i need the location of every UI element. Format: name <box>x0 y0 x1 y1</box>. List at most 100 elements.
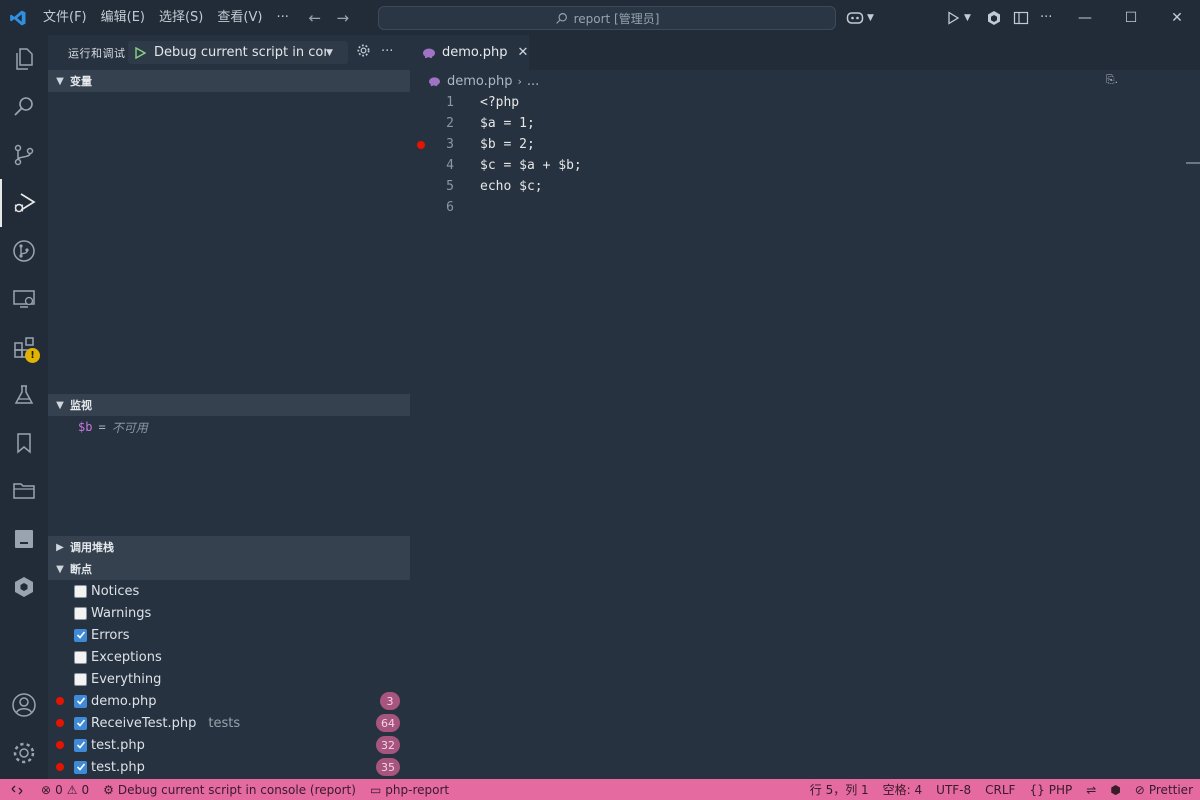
start-debug-icon[interactable] <box>134 46 146 59</box>
breakpoint-file: test.php <box>91 737 145 753</box>
exception-breakpoint-exceptions[interactable]: Exceptions <box>48 646 410 668</box>
variables-title: 变量 <box>70 75 92 88</box>
nav-buttons: ← → <box>306 9 352 27</box>
checkbox-checked[interactable] <box>74 760 87 774</box>
exception-label: Errors <box>91 627 130 643</box>
forward-arrow-icon[interactable]: → <box>334 9 352 27</box>
project-folder-icon[interactable] <box>0 467 48 515</box>
testing-flask-icon[interactable] <box>0 371 48 419</box>
menu-view[interactable]: 查看(V) <box>210 0 269 35</box>
close-window-icon[interactable]: ✕ <box>1154 0 1200 35</box>
extension-box-icon[interactable] <box>986 0 1002 35</box>
breakpoints-title: 断点 <box>70 563 92 576</box>
code-line: 6 <box>410 197 1190 218</box>
title-bar: 文件(F) 编辑(E) 选择(S) 查看(V) ··· ← → report [… <box>0 0 1200 35</box>
code-text: <?php <box>480 95 520 110</box>
editor-tabs: demo.php ✕ <box>410 35 1200 70</box>
line-ending[interactable]: CRLF <box>978 779 1022 800</box>
cursor-position[interactable]: 行 5，列 1 <box>803 779 876 800</box>
menu-edit[interactable]: 编辑(E) <box>94 0 152 35</box>
exception-breakpoint-everything[interactable]: Everything <box>48 668 410 690</box>
watch-section-header[interactable]: ▼ 监视 <box>48 394 410 416</box>
source-control-icon[interactable] <box>0 131 48 179</box>
watch-value: 不可用 <box>111 420 148 435</box>
sidebar-title: 运行和调试 <box>68 46 126 60</box>
file-breakpoint-test-32[interactable]: test.php 32 <box>48 734 410 756</box>
remote-explorer-icon[interactable] <box>0 275 48 323</box>
encoding[interactable]: UTF-8 <box>929 779 978 800</box>
language-mode[interactable]: {} PHP <box>1022 779 1079 800</box>
window-controls: — ☐ ✕ <box>1062 0 1200 35</box>
variables-section-header[interactable]: ▼ 变量 <box>48 70 410 92</box>
search-icon <box>555 12 567 24</box>
checkbox[interactable] <box>74 584 87 598</box>
breadcrumb-symbol[interactable]: ... <box>527 74 539 89</box>
line-number: 5 <box>446 179 454 194</box>
copy-icon[interactable]: ⎘. <box>1106 73 1118 87</box>
breadcrumb-file[interactable]: demo.php <box>447 74 513 89</box>
git-graph-icon[interactable] <box>0 227 48 275</box>
prettier-status[interactable]: ⊘ Prettier <box>1128 779 1200 800</box>
terminal-panel-icon[interactable] <box>0 515 48 563</box>
folder-status[interactable]: ▭ php-report <box>363 779 456 800</box>
breakpoint-line-badge: 64 <box>376 714 400 732</box>
account-icon[interactable] <box>0 681 48 729</box>
breakpoints-section-header[interactable]: ▼ 断点 <box>48 558 410 580</box>
more-actions-icon[interactable]: ··· <box>1040 0 1052 35</box>
bookmark-icon[interactable] <box>0 419 48 467</box>
error-count: 0 <box>55 782 63 797</box>
debug-icon: ⚙ <box>103 782 114 797</box>
copilot-menu[interactable]: ▼ <box>846 0 874 35</box>
sync-icon[interactable]: ⇌ <box>1079 779 1103 800</box>
error-icon: ⊗ <box>41 782 52 797</box>
debug-settings-gear-icon[interactable] <box>356 43 371 62</box>
maximize-icon[interactable]: ☐ <box>1108 0 1154 35</box>
file-breakpoint-receivetest[interactable]: ReceiveTest.php tests 64 <box>48 712 410 734</box>
debug-status[interactable]: ⚙ Debug current script in console (repor… <box>96 779 363 800</box>
checkbox[interactable] <box>74 650 87 664</box>
tab-demo-php[interactable]: demo.php ✕ <box>410 35 529 70</box>
checkbox[interactable] <box>74 606 87 620</box>
back-arrow-icon[interactable]: ← <box>306 9 324 27</box>
checkbox-checked[interactable] <box>74 738 87 752</box>
indentation[interactable]: 空格: 4 <box>876 779 930 800</box>
toggle-sidebar-icon[interactable] <box>1013 0 1029 35</box>
checkbox-checked[interactable] <box>74 628 87 642</box>
explorer-icon[interactable] <box>0 35 48 83</box>
file-breakpoint-test-35[interactable]: test.php 35 <box>48 756 410 778</box>
exception-breakpoint-errors[interactable]: Errors <box>48 624 410 646</box>
extensions-icon[interactable]: ! <box>0 323 48 371</box>
chevron-down-icon: ▼ <box>867 12 874 23</box>
settings-gear-icon[interactable] <box>0 729 48 777</box>
code-text: echo $c; <box>480 179 543 194</box>
menu-file[interactable]: 文件(F) <box>36 0 94 35</box>
run-icon[interactable] <box>946 10 960 25</box>
exception-breakpoint-warnings[interactable]: Warnings <box>48 602 410 624</box>
watch-expression: $b <box>78 420 93 434</box>
menu-more[interactable]: ··· <box>269 0 295 35</box>
file-breakpoint-demo[interactable]: demo.php 3 <box>48 690 410 712</box>
call-stack-section-header[interactable]: ▶ 调用堆栈 <box>48 536 410 558</box>
exception-breakpoint-notices[interactable]: Notices <box>48 580 410 602</box>
extension-status-icon[interactable]: ⬢ <box>1103 779 1127 800</box>
debug-config-select[interactable]: Debug current script in console ▼ <box>128 41 348 64</box>
problems-indicator[interactable]: ⊗ 0 ⚠ 0 <box>34 779 96 800</box>
code-editor[interactable]: 1 <?php 2 $a = 1; 3 $b = 2; 4 $c = $a + … <box>410 92 1200 779</box>
watch-item[interactable]: $b = 不可用 <box>78 416 148 438</box>
breakpoint-line-badge: 3 <box>380 692 400 710</box>
more-actions-icon[interactable]: ··· <box>381 44 393 59</box>
run-and-debug-icon[interactable] <box>0 179 48 227</box>
chevron-down-icon: ▼ <box>56 399 64 411</box>
menu-selection[interactable]: 选择(S) <box>152 0 210 35</box>
scrollbar[interactable] <box>1186 162 1200 164</box>
command-center[interactable]: report [管理员] <box>378 6 836 30</box>
remote-indicator[interactable] <box>0 779 34 800</box>
search-icon[interactable] <box>0 83 48 131</box>
checkbox-checked[interactable] <box>74 716 87 730</box>
close-tab-icon[interactable]: ✕ <box>518 45 529 60</box>
minimize-icon[interactable]: — <box>1062 0 1108 35</box>
chevron-down-icon[interactable]: ▼ <box>964 13 971 23</box>
checkbox[interactable] <box>74 672 87 686</box>
checkbox-checked[interactable] <box>74 694 87 708</box>
docker-cube-icon[interactable] <box>0 563 48 611</box>
